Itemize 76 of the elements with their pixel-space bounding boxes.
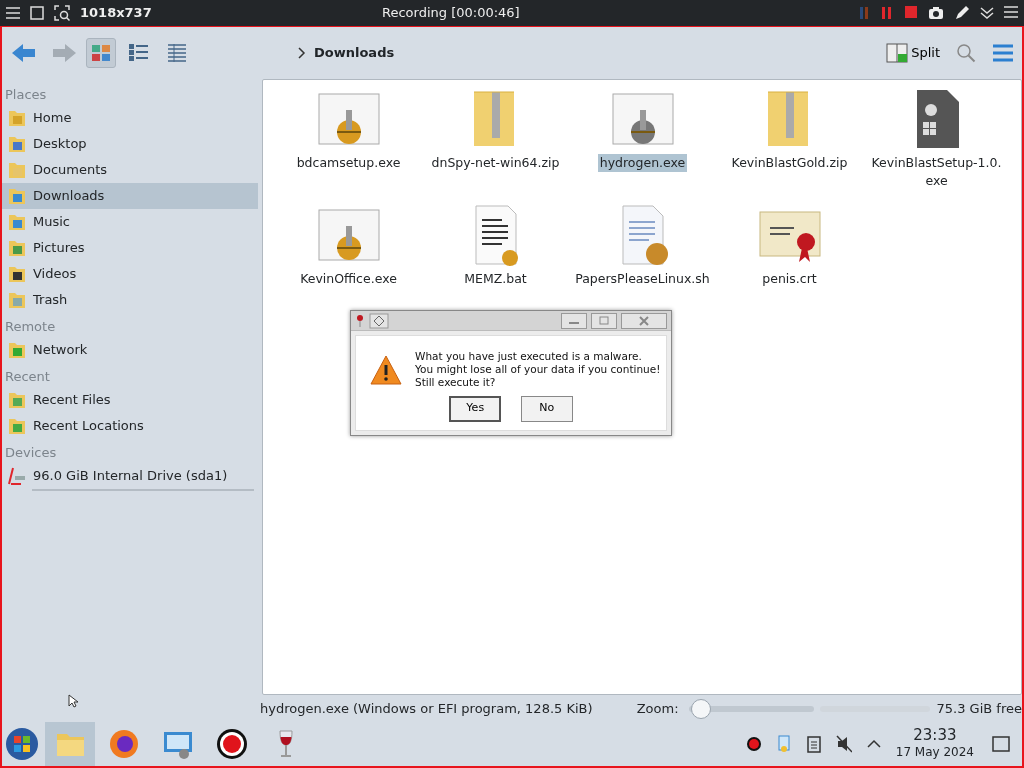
dialog-message: What you have just executed is a malware. You might lose all of your data if you continue! Still execute it? bbox=[415, 350, 661, 389]
folder-icon bbox=[7, 290, 27, 310]
section-heading: Devices bbox=[4, 444, 58, 462]
show-desktop-icon[interactable] bbox=[992, 736, 1010, 752]
file-name[interactable]: hydrogen.exe bbox=[597, 154, 688, 172]
sidebar-item[interactable]: Music bbox=[2, 209, 258, 235]
folder-icon bbox=[7, 390, 27, 410]
drive-icon bbox=[7, 467, 27, 485]
file-name[interactable]: KevinOffice.exe bbox=[298, 270, 399, 288]
section-heading: Remote bbox=[4, 318, 57, 336]
folder-icon bbox=[7, 238, 27, 258]
folder-icon bbox=[7, 212, 27, 232]
browser-icon[interactable] bbox=[108, 728, 140, 760]
pin-icon[interactable] bbox=[355, 313, 365, 328]
section-heading: Places bbox=[4, 86, 48, 104]
split-view-icon[interactable] bbox=[885, 42, 908, 64]
warning-icon bbox=[370, 354, 402, 385]
free-space-label: 75.3 GiB free bbox=[936, 699, 1022, 718]
sidebar-item[interactable]: Downloads bbox=[2, 183, 258, 209]
file-name[interactable]: dnSpy-net-win64.zip bbox=[429, 154, 562, 172]
cursor-icon bbox=[68, 693, 80, 708]
record-indicator-icon[interactable] bbox=[745, 735, 762, 753]
folder-icon bbox=[7, 416, 27, 436]
section-heading: Recent bbox=[4, 368, 51, 386]
sidebar-item[interactable]: 96.0 GiB Internal Drive (sda1) bbox=[2, 463, 258, 489]
pencil-icon[interactable] bbox=[954, 5, 970, 21]
pause-icon[interactable] bbox=[880, 5, 894, 21]
split-button[interactable]: Split bbox=[885, 42, 940, 64]
stop-icon[interactable] bbox=[904, 5, 918, 21]
folder-icon bbox=[7, 134, 27, 154]
zoom-label: Zoom: bbox=[636, 699, 679, 718]
sidebar-item[interactable]: Network bbox=[2, 337, 258, 363]
size-label: 1018x737 bbox=[80, 4, 152, 23]
maximize-icon[interactable] bbox=[591, 312, 617, 329]
menu-icon[interactable] bbox=[1004, 5, 1018, 21]
collapse-icon[interactable] bbox=[980, 5, 994, 21]
file-name[interactable]: MEMZ.bat bbox=[462, 270, 529, 288]
muted-speaker-icon[interactable] bbox=[835, 735, 852, 753]
zoom-icon[interactable] bbox=[54, 5, 70, 21]
sidebar-item[interactable]: Trash bbox=[2, 287, 258, 313]
camera-icon[interactable] bbox=[928, 5, 944, 21]
sidebar-item[interactable]: Recent Locations bbox=[2, 413, 258, 439]
clock-date[interactable]: 17 May 2024 bbox=[895, 743, 974, 761]
sidebar-item[interactable]: Pictures bbox=[2, 235, 258, 261]
folder-icon bbox=[7, 108, 27, 128]
record-icon[interactable] bbox=[216, 728, 248, 760]
folder-icon bbox=[7, 186, 27, 206]
search-icon[interactable] bbox=[956, 43, 976, 63]
file-name[interactable]: KevinBlastGold.zip bbox=[729, 154, 850, 172]
sidebar-item[interactable]: Recent Files bbox=[2, 387, 258, 413]
sidebar-item[interactable]: Desktop bbox=[2, 131, 258, 157]
menu-icon[interactable] bbox=[992, 44, 1014, 62]
slider-thumb[interactable] bbox=[691, 698, 712, 719]
clipboard-icon[interactable] bbox=[805, 735, 822, 753]
sidebar-item[interactable]: Videos bbox=[2, 261, 258, 287]
dialog-button[interactable]: Yes bbox=[449, 395, 502, 422]
chevron-right-icon bbox=[298, 47, 306, 59]
close-icon[interactable] bbox=[621, 312, 667, 329]
file-name[interactable]: penis.crt bbox=[760, 270, 819, 288]
folder-icon bbox=[7, 264, 27, 284]
recording-title: Recording [00:00:46] bbox=[381, 4, 521, 23]
sidebar-item[interactable]: Home bbox=[2, 105, 258, 131]
sidebar-item[interactable]: Documents bbox=[2, 157, 258, 183]
breadcrumb[interactable]: Downloads bbox=[314, 43, 878, 63]
file-name[interactable]: bdcamsetup.exe bbox=[294, 154, 403, 172]
file-name[interactable]: PapersPleaseLinux.sh bbox=[573, 270, 712, 288]
file-name[interactable]: KevinBlastSetup-1.0.exe bbox=[866, 154, 1007, 190]
clock-time[interactable]: 23:33 bbox=[913, 727, 957, 743]
folder-icon bbox=[7, 160, 27, 180]
square-icon[interactable] bbox=[30, 6, 44, 20]
zoom-slider[interactable] bbox=[688, 698, 814, 719]
minimize-icon[interactable] bbox=[561, 312, 587, 329]
start-icon[interactable] bbox=[5, 727, 39, 761]
status-text: hydrogen.exe (Windows or EFI program, 128.5 KiB) bbox=[260, 699, 593, 718]
dialog-button[interactable]: No bbox=[520, 395, 573, 422]
folder-icon bbox=[7, 340, 27, 360]
